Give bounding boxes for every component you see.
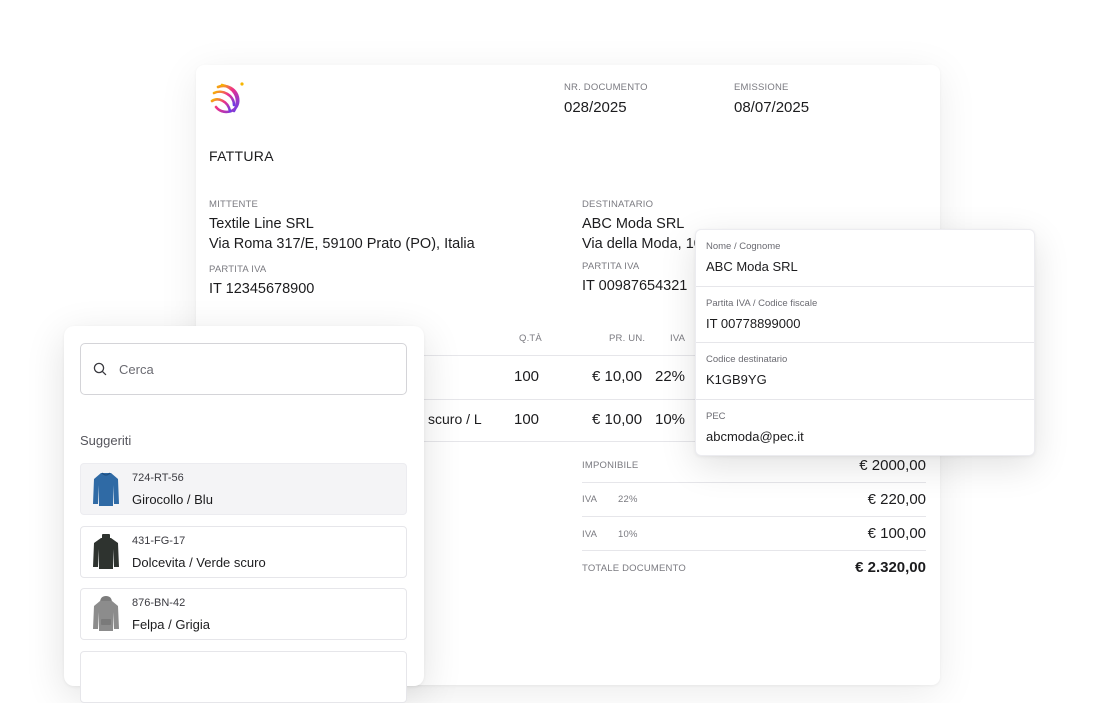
total-label: TOTALE DOCUMENTO <box>582 563 687 574</box>
sender-address: Via Roma 317/E, 59100 Prato (PO), Italia <box>209 236 475 252</box>
vat-2-amount: € 100,00 <box>867 525 926 542</box>
recipient-address: Via della Moda, 10 <box>582 236 702 252</box>
recipient-vat-label: PARTITA IVA <box>582 261 640 272</box>
hoodie-icon <box>93 596 119 631</box>
taxable-amount: € 2000,00 <box>859 457 926 474</box>
product-name: Dolcevita / Verde scuro <box>132 554 266 570</box>
customer-code-field[interactable]: Codice destinatario K1GB9YG <box>696 343 1034 400</box>
line-1-unit-price: € 10,00 <box>592 368 643 385</box>
field-label: Codice destinatario <box>706 354 788 365</box>
product-code: 431-FG-17 <box>132 534 186 547</box>
recipient-vat: IT 00987654321 <box>582 278 688 294</box>
sweater-icon <box>93 472 119 506</box>
recipient-name: ABC Moda SRL <box>582 216 685 232</box>
recipient-label: DESTINATARIO <box>582 199 654 210</box>
suggestion-item[interactable] <box>80 651 407 703</box>
turtleneck-thumbnail <box>90 532 122 572</box>
line-1-vat: 22% <box>655 368 686 385</box>
vat-1-amount: € 220,00 <box>867 491 926 508</box>
field-label: PEC <box>706 410 726 422</box>
sender-name: Textile Line SRL <box>209 216 314 232</box>
field-value: abcmoda@pec.it <box>706 428 804 444</box>
vat-2-rate: 10% <box>618 529 638 540</box>
customer-details-card: Nome / Cognome ABC Moda SRL Partita IVA … <box>695 229 1035 456</box>
line-2-name: scuro / L <box>428 411 482 427</box>
product-name: Girocollo / Blu <box>132 491 213 507</box>
doc-type-title: FATTURA <box>209 148 274 164</box>
product-name: Felpa / Grigia <box>132 616 211 632</box>
doc-number: 028/2025 <box>564 99 627 116</box>
customer-vat-field[interactable]: Partita IVA / Codice fiscale IT 00778899… <box>696 287 1034 343</box>
col-vat: IVA <box>670 333 686 344</box>
col-unit-price: PR. UN. <box>609 333 646 344</box>
line-2-unit-price: € 10,00 <box>592 411 643 428</box>
suggestions-title: Suggeriti <box>80 433 132 448</box>
sender-vat: IT 12345678900 <box>209 281 315 297</box>
field-label: Nome / Cognome <box>706 241 781 252</box>
product-code: 876-BN-42 <box>132 596 186 609</box>
suggestion-item[interactable]: 876-BN-42 Felpa / Grigia <box>80 588 407 640</box>
sender-vat-label: PARTITA IVA <box>209 264 267 275</box>
col-qty: Q.TÀ <box>519 333 542 344</box>
field-value: K1GB9YG <box>706 372 767 387</box>
line-2-vat: 10% <box>655 411 686 428</box>
line-1-qty: 100 <box>514 368 540 385</box>
sender-label: MITTENTE <box>209 199 259 210</box>
product-search-panel: Suggeriti 724-RT-56 Girocollo / Blu 431-… <box>64 326 424 703</box>
customer-pec-field[interactable]: PEC abcmoda@pec.it <box>696 400 1034 457</box>
field-value: ABC Moda SRL <box>706 259 798 274</box>
vat-2-label: IVA <box>582 529 598 540</box>
field-label: Partita IVA / Codice fiscale <box>706 297 818 309</box>
suggestion-item[interactable]: 724-RT-56 Girocollo / Blu <box>80 463 407 515</box>
turtleneck-icon <box>93 534 119 569</box>
hoodie-thumbnail <box>90 594 122 634</box>
doc-number-label: NR. DOCUMENTO <box>564 82 648 93</box>
company-logo-icon <box>210 82 244 114</box>
totals-divider <box>582 482 926 483</box>
line-2-qty: 100 <box>514 411 540 428</box>
search-icon <box>93 362 107 376</box>
sweater-thumbnail <box>90 469 122 509</box>
taxable-label: IMPONIBILE <box>582 460 639 471</box>
product-code: 724-RT-56 <box>132 471 184 484</box>
issue-date-label: EMISSIONE <box>734 82 789 93</box>
search-box[interactable] <box>80 343 407 395</box>
total-amount: € 2.320,00 <box>855 559 926 576</box>
customer-name-field[interactable]: Nome / Cognome ABC Moda SRL <box>696 230 1034 287</box>
field-value: IT 00778899000 <box>706 315 801 331</box>
totals-divider <box>582 516 926 517</box>
vat-1-rate: 22% <box>618 494 638 505</box>
search-input[interactable] <box>117 360 381 378</box>
suggestion-item[interactable]: 431-FG-17 Dolcevita / Verde scuro <box>80 526 407 578</box>
issue-date: 08/07/2025 <box>734 99 810 116</box>
totals-divider <box>582 550 926 551</box>
vat-1-label: IVA <box>582 494 598 505</box>
